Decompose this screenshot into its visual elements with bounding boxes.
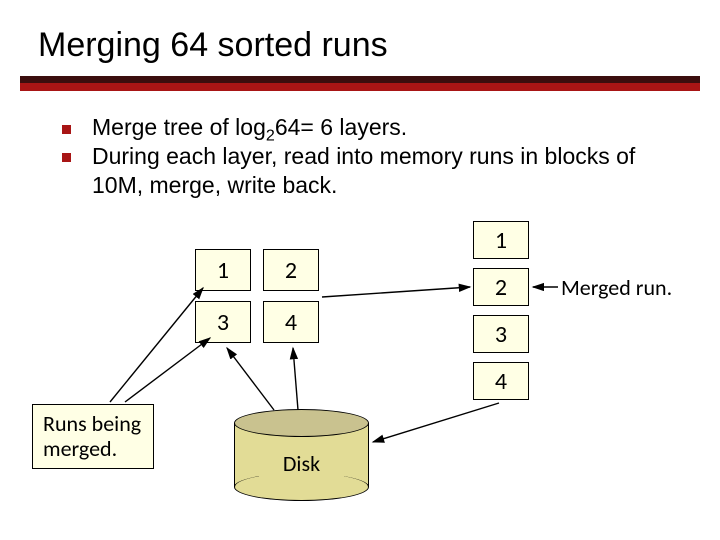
- slide-title: Merging 64 sorted runs: [38, 26, 388, 65]
- merged-run-label: Merged run.: [561, 274, 672, 301]
- bullet-2-text: During each layer, read into memory runs…: [92, 142, 672, 200]
- merged-cell-3: 3: [473, 315, 529, 353]
- run-cell-1: 1: [195, 249, 251, 291]
- disk-label: Disk: [234, 450, 369, 477]
- title-rule-red: [20, 83, 700, 91]
- merged-cell-2: 2: [473, 268, 529, 306]
- bullet-1-text: Merge tree of log264= 6 layers.: [92, 114, 407, 146]
- disk-cylinder-top: [234, 409, 369, 437]
- run-cell-2: 2: [263, 249, 319, 291]
- bullet-icon: [62, 125, 71, 134]
- title-rule-dark: [20, 76, 700, 83]
- merged-cell-4: 4: [473, 362, 529, 400]
- bullet-icon: [62, 153, 71, 162]
- run-cell-3: 3: [195, 301, 251, 343]
- runs-being-merged-label: Runs being merged.: [32, 404, 154, 469]
- merged-cell-1: 1: [473, 221, 529, 259]
- disk-cylinder-bottom: [234, 473, 369, 501]
- run-cell-4: 4: [263, 301, 319, 343]
